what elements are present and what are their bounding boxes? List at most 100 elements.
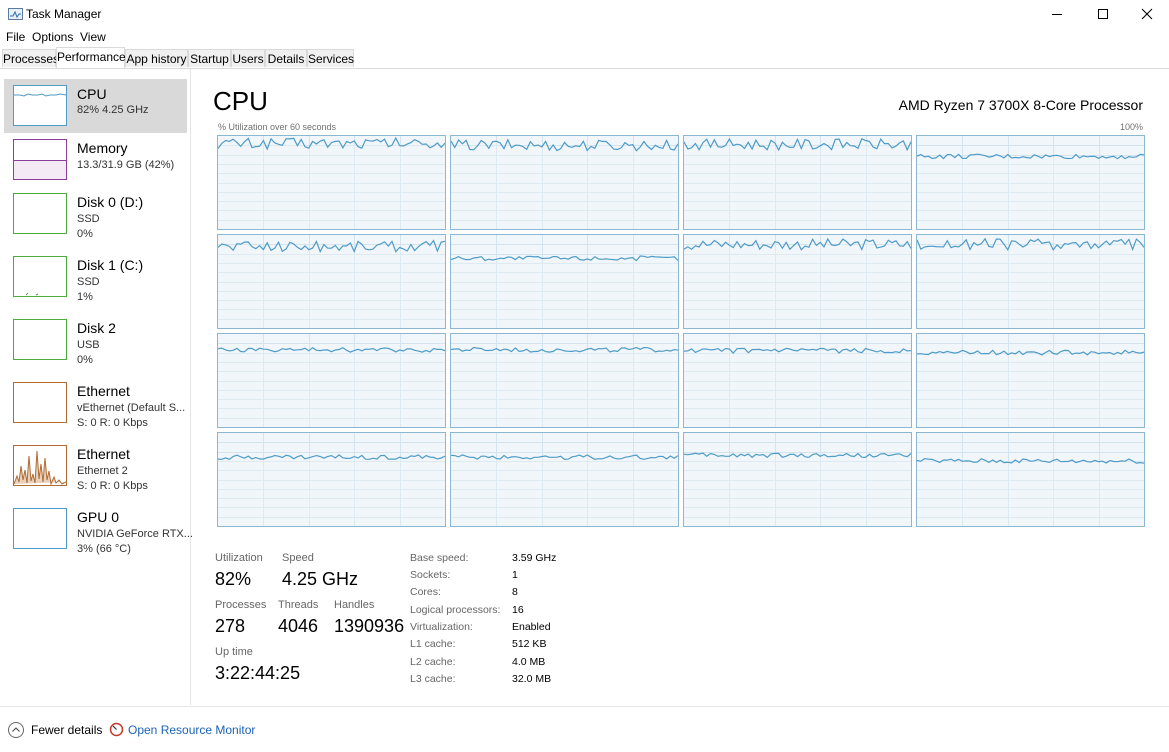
sidebar-item-title: Disk 1 (C:)	[77, 257, 144, 273]
graph-caption: % Utilization over 60 seconds	[218, 122, 337, 132]
logical-processor-graph	[916, 333, 1145, 428]
menu-view[interactable]: View	[80, 30, 106, 44]
l1-cache-label: L1 cache:	[410, 638, 456, 650]
sidebar-item-title: Disk 0 (D:)	[77, 194, 144, 210]
sidebar-item-disk-1[interactable]: Disk 1 (C:) SSD 1%	[4, 250, 187, 304]
performance-panel: CPU AMD Ryzen 7 3700X 8-Core Processor %…	[191, 69, 1169, 705]
utilization-line	[684, 452, 911, 459]
graph-max-label: 100%	[1119, 122, 1143, 132]
tab-app-history[interactable]: App history	[125, 49, 188, 67]
sidebar-item-type: SSD	[77, 276, 100, 288]
sidebar-item-adapter: vEthernet (Default S...	[77, 402, 186, 414]
menu-options[interactable]: Options	[32, 30, 73, 44]
cores-value: 8	[512, 586, 518, 598]
chevron-up-icon[interactable]	[8, 722, 24, 738]
logical-processor-graphs	[217, 135, 1145, 527]
disk-0-thumbnail-graph	[13, 193, 67, 234]
logical-processor-graph	[217, 432, 446, 527]
logical-processor-graph	[217, 135, 446, 230]
page-title: CPU	[213, 86, 268, 116]
logical-processor-graph	[450, 135, 679, 230]
cpu-thumbnail-graph	[13, 85, 67, 126]
sidebar-item-ethernet-2[interactable]: Ethernet Ethernet 2 S: 0 R: 0 Kbps	[4, 439, 187, 493]
uptime-value: 3:22:44:25	[215, 663, 301, 683]
logical-processor-graph	[683, 333, 912, 428]
logical-processor-graph	[450, 333, 679, 428]
sidebar-item-title: Memory	[77, 140, 128, 156]
sidebar-item-type: SSD	[77, 213, 100, 225]
minimize-icon	[1052, 14, 1062, 15]
sidebar-item-adapter: NVIDIA GeForce RTX...	[77, 528, 193, 540]
logical-processor-graph	[683, 234, 912, 329]
sidebar-item-title: CPU	[77, 86, 107, 102]
tab-details[interactable]: Details	[265, 49, 307, 67]
sidebar-item-memory[interactable]: Memory 13.3/31.9 GB (42%)	[4, 133, 187, 187]
disk-1-thumbnail-graph	[13, 256, 67, 297]
sidebar-item-usage: 0%	[77, 228, 93, 240]
maximize-icon	[1098, 9, 1108, 19]
cpu-model-name: AMD Ryzen 7 3700X 8-Core Processor	[898, 97, 1143, 113]
close-button[interactable]	[1124, 0, 1169, 28]
handles-value: 1390936	[334, 616, 405, 636]
open-resource-monitor-link[interactable]: Open Resource Monitor	[128, 723, 255, 737]
menu-file[interactable]: File	[6, 30, 25, 44]
sidebar-item-disk-2[interactable]: Disk 2 USB 0%	[4, 313, 187, 367]
sidebar-item-adapter: Ethernet 2	[77, 465, 128, 477]
sidebar-item-title: GPU 0	[77, 509, 120, 525]
logical-processor-graph	[916, 135, 1145, 230]
minimize-button[interactable]	[1034, 0, 1080, 28]
tab-users[interactable]: Users	[231, 49, 265, 67]
fewer-details-button[interactable]: Fewer details	[31, 723, 102, 737]
handles-label: Handles	[334, 599, 375, 611]
processes-label: Processes	[215, 599, 267, 611]
sockets-value: 1	[512, 569, 518, 581]
logical-processors-label: Logical processors:	[410, 604, 501, 616]
sidebar-item-title: Disk 2	[77, 320, 116, 336]
sidebar-item-title: Ethernet	[77, 383, 130, 399]
gpu-thumbnail-graph	[13, 508, 67, 549]
sidebar-item-gpu-0[interactable]: GPU 0 NVIDIA GeForce RTX... 3% (66 °C)	[4, 502, 193, 556]
sidebar-item-ethernet-default[interactable]: Ethernet vEthernet (Default S... S: 0 R:…	[4, 376, 187, 430]
sidebar-item-title: Ethernet	[77, 446, 130, 462]
tab-performance[interactable]: Performance	[56, 47, 126, 68]
base-speed-label: Base speed:	[410, 552, 469, 564]
maximize-button[interactable]	[1080, 0, 1126, 28]
sidebar-item-disk-0[interactable]: Disk 0 (D:) SSD 0%	[4, 187, 187, 241]
logical-processor-graph	[217, 333, 446, 428]
logical-processor-graph	[450, 432, 679, 527]
l3-cache-label: L3 cache:	[410, 673, 456, 685]
sidebar-item-detail: 82% 4.25 GHz	[77, 104, 149, 116]
logical-processor-graph	[450, 234, 679, 329]
logical-processors-value: 16	[512, 604, 524, 616]
tab-processes[interactable]: Processes	[2, 49, 59, 67]
tab-services[interactable]: Services	[307, 49, 354, 67]
sidebar-item-usage: 3% (66 °C)	[77, 543, 131, 555]
virtualization-label: Virtualization:	[410, 621, 473, 633]
virtualization-value: Enabled	[512, 621, 551, 633]
utilization-value: 82%	[215, 569, 252, 589]
threads-value: 4046	[278, 616, 319, 636]
tab-startup[interactable]: Startup	[188, 49, 231, 67]
speed-label: Speed	[282, 552, 314, 564]
sockets-label: Sockets:	[410, 569, 451, 581]
sidebar-item-detail: 13.3/31.9 GB (42%)	[77, 159, 175, 171]
window-title: Task Manager	[26, 7, 102, 21]
speed-value: 4.25 GHz	[282, 569, 359, 589]
sidebar-item-type: USB	[77, 339, 100, 351]
sidebar-item-throughput: S: 0 R: 0 Kbps	[77, 480, 148, 492]
memory-thumbnail-graph	[13, 139, 67, 180]
utilization-label: Utilization	[215, 552, 263, 564]
threads-label: Threads	[278, 599, 319, 611]
sidebar-item-usage: 0%	[77, 354, 93, 366]
task-manager-icon	[8, 8, 23, 20]
uptime-label: Up time	[215, 646, 253, 658]
logical-processor-graph	[683, 432, 912, 527]
ethernet-thumbnail-graph	[13, 382, 67, 423]
processes-value: 278	[215, 616, 246, 636]
disk-2-thumbnail-graph	[13, 319, 67, 360]
title-bar: Task Manager	[0, 0, 1169, 28]
cores-label: Cores:	[410, 586, 441, 598]
l1-cache-value: 512 KB	[512, 638, 547, 650]
sidebar-item-usage: 1%	[77, 291, 93, 303]
sidebar-item-cpu[interactable]: CPU 82% 4.25 GHz	[4, 79, 187, 133]
